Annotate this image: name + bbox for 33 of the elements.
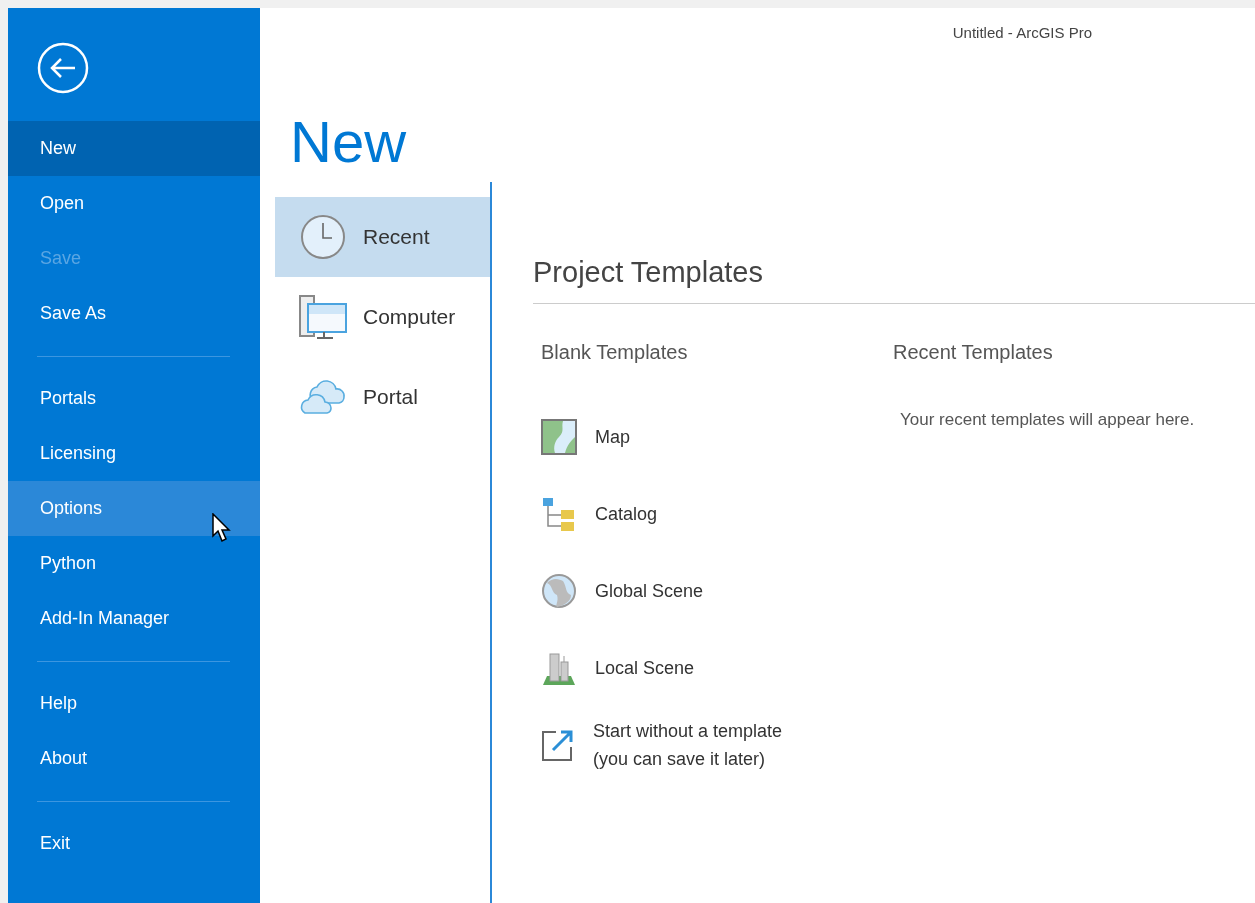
page-title: New <box>290 110 408 174</box>
cursor-icon <box>212 513 232 543</box>
template-item[interactable]: Map <box>541 398 893 475</box>
location-tab[interactable]: Recent <box>275 197 490 277</box>
location-tab[interactable]: Portal <box>275 357 490 437</box>
menu-item[interactable]: Python <box>8 536 260 591</box>
globe-icon <box>541 572 577 609</box>
menu-item[interactable]: Open <box>8 176 260 231</box>
cloud-icon <box>299 379 347 415</box>
menu-item[interactable]: Exit <box>8 816 260 871</box>
window-title: Untitled - ArcGIS Pro <box>952 23 1092 41</box>
template-item[interactable]: Start without a template (you can save it later) <box>541 706 893 783</box>
menu-item[interactable]: Options <box>8 481 260 536</box>
menu-item[interactable]: Portals <box>8 371 260 426</box>
map-icon <box>541 418 577 455</box>
location-tab[interactable]: Computer <box>275 277 490 357</box>
section-title: Project Templates <box>533 256 1255 304</box>
menu-item[interactable]: About <box>8 731 260 786</box>
column-heading: Blank Templates <box>541 341 689 364</box>
template-item[interactable]: Global Scene <box>541 552 893 629</box>
catalog-icon <box>541 495 577 532</box>
computer-icon <box>299 294 347 340</box>
clock-icon <box>299 214 347 260</box>
menu-item[interactable]: Help <box>8 676 260 731</box>
back-button[interactable] <box>37 42 89 94</box>
template-item[interactable]: Local Scene <box>541 629 893 706</box>
empty-message: Your recent templates will appear here. <box>900 410 1195 430</box>
template-item[interactable]: Catalog <box>541 475 893 552</box>
menu-item[interactable]: New <box>8 121 260 176</box>
menu-item[interactable]: Licensing <box>8 426 260 481</box>
menu-item[interactable]: Save As <box>8 286 260 341</box>
menu-item[interactable]: Add-In Manager <box>8 591 260 646</box>
column-heading: Recent Templates <box>893 341 1054 364</box>
